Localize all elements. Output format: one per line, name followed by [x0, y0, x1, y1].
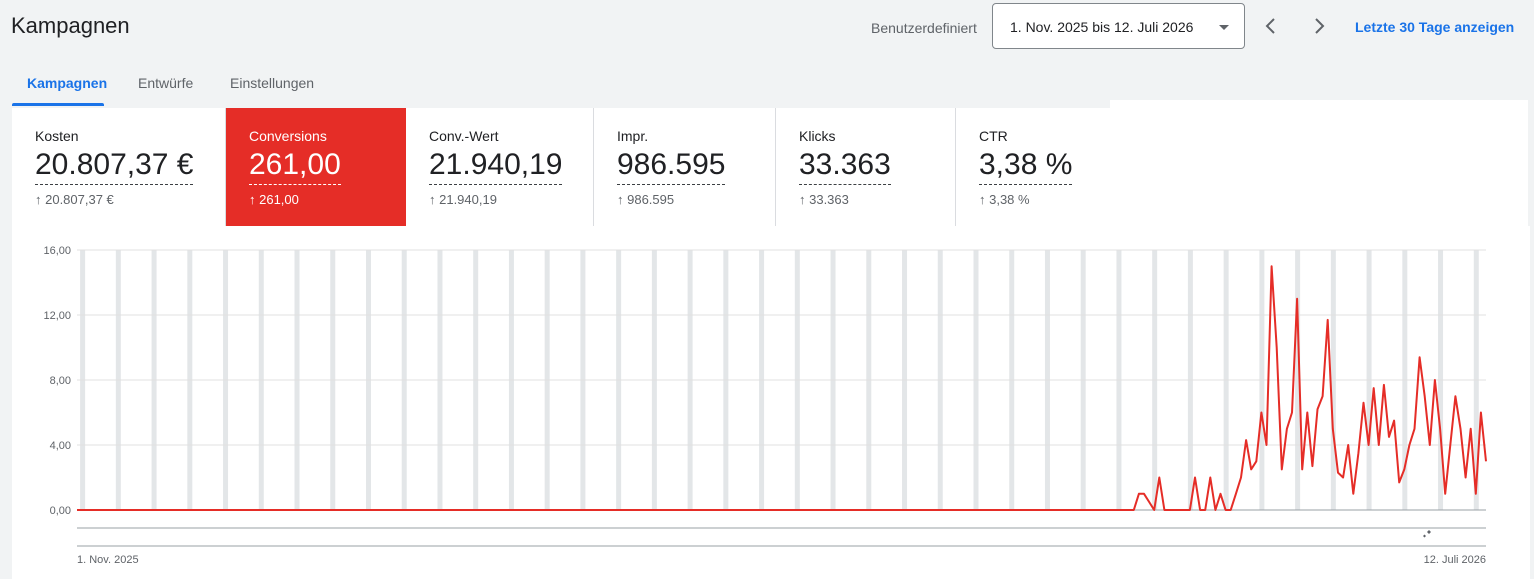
metric-change: ↑ 20.807,37 €	[35, 192, 114, 207]
y-tick-label: 4,00	[50, 440, 71, 452]
y-tick-label: 0,00	[50, 505, 71, 517]
page-title: Kampagnen	[11, 13, 130, 38]
metric-change: ↑ 33.363	[799, 192, 849, 207]
metric-label: Kosten	[35, 128, 79, 144]
chevron-right-icon	[1315, 18, 1325, 34]
date-range-value: 1. Nov. 2025 bis 12. Juli 2026	[1010, 19, 1194, 35]
metric-card-ctr[interactable]: CTR 3,38 % ↑ 3,38 %	[956, 108, 1110, 226]
dropdown-arrow-icon	[1219, 25, 1229, 30]
next-period-button[interactable]	[1307, 14, 1331, 38]
conversions-series-line	[77, 265, 1487, 511]
top-bar: Kampagnen Benutzerdefiniert 1. Nov. 2025…	[0, 0, 1534, 56]
metric-label: Klicks	[799, 128, 836, 144]
last-30-days-link[interactable]: Letzte 30 Tage anzeigen	[1355, 19, 1514, 35]
metric-card-kosten[interactable]: Kosten 20.807,37 € ↑ 20.807,37 €	[12, 108, 226, 226]
metric-label: Conv.-Wert	[429, 128, 499, 144]
sparkle-icon	[1423, 530, 1431, 538]
x-start-label: 1. Nov. 2025	[77, 554, 139, 566]
conversions-line-chart: 0,00 4,00 8,00 12,00 16,00 1. Nov. 2025 12. Ju…	[43, 245, 1487, 566]
metric-change: ↑ 21.940,19	[429, 192, 497, 207]
y-tick-label: 16,00	[43, 245, 71, 257]
previous-period-button[interactable]	[1259, 14, 1283, 38]
metric-cards: Kosten 20.807,37 € ↑ 20.807,37 € Convers…	[12, 108, 1110, 226]
metric-value: 33.363	[799, 146, 891, 185]
tab-kampagnen[interactable]: Kampagnen	[27, 75, 107, 91]
metric-value: 20.807,37 €	[35, 146, 194, 185]
metric-card-conversions[interactable]: Conversions 261,00 ↑ 261,00	[226, 108, 406, 226]
metric-label: Impr.	[617, 128, 649, 144]
date-range-select[interactable]: 1. Nov. 2025 bis 12. Juli 2026	[992, 3, 1245, 49]
active-tab-indicator	[12, 103, 104, 106]
metric-change: ↑ 3,38 %	[979, 192, 1030, 207]
tab-einstellungen[interactable]: Einstellungen	[230, 75, 314, 91]
metric-card-conv-wert[interactable]: Conv.-Wert 21.940,19 ↑ 21.940,19	[406, 108, 594, 226]
tab-entwuerfe[interactable]: Entwürfe	[138, 75, 193, 91]
chevron-left-icon	[1265, 18, 1275, 34]
metric-value: 986.595	[617, 146, 726, 185]
metric-label: CTR	[979, 128, 1008, 144]
y-tick-label: 8,00	[50, 375, 71, 387]
y-tick-label: 12,00	[43, 310, 71, 322]
metric-change: ↑ 986.595	[617, 192, 675, 207]
chart-panel: 0,00 4,00 8,00 12,00 16,00 1. Nov. 2025 12. Ju…	[12, 226, 1530, 579]
metric-change: ↑ 261,00	[249, 192, 299, 207]
x-end-label: 12. Juli 2026	[1424, 554, 1486, 566]
metric-label: Conversions	[249, 128, 327, 144]
metric-value: 3,38 %	[979, 146, 1073, 185]
metric-card-klicks[interactable]: Klicks 33.363 ↑ 33.363	[776, 108, 956, 226]
metric-value: 21.940,19	[429, 146, 563, 185]
metric-value: 261,00	[249, 146, 341, 185]
date-range-label: Benutzerdefiniert	[871, 20, 977, 36]
metric-card-impr[interactable]: Impr. 986.595 ↑ 986.595	[594, 108, 776, 226]
blank-panel	[1110, 100, 1528, 226]
